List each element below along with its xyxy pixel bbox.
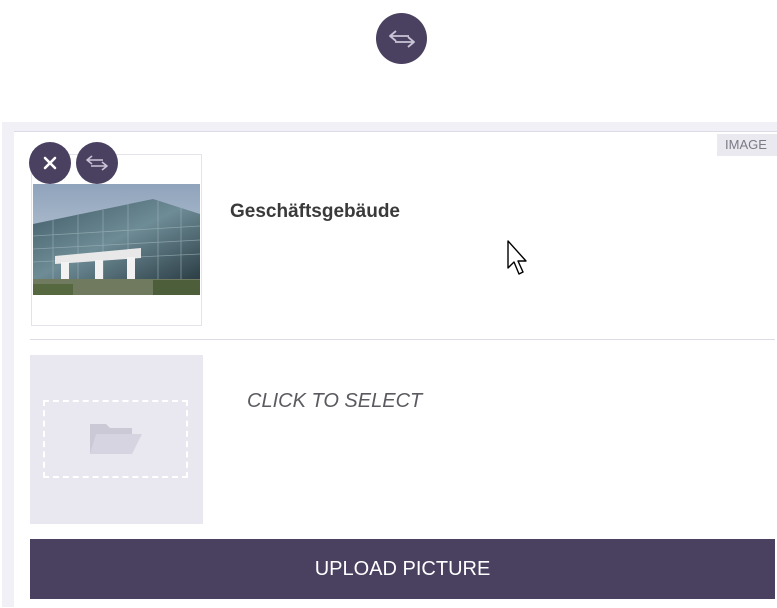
folder-open-icon [90, 424, 142, 454]
item-divider [30, 339, 775, 340]
mouse-cursor-icon [507, 240, 527, 275]
click-to-select-label[interactable]: CLICK TO SELECT [247, 390, 422, 413]
upload-picture-button[interactable]: UPLOAD PICTURE [30, 539, 775, 599]
image-type-tag: IMAGE [717, 134, 777, 156]
swap-image-button[interactable] [76, 142, 118, 184]
remove-image-button[interactable] [29, 142, 71, 184]
image-dropzone[interactable] [30, 355, 203, 524]
image-title: Geschäftsgebäude [230, 201, 400, 222]
swap-arrows-icon [388, 29, 415, 48]
close-icon [43, 156, 57, 170]
swap-button-top[interactable] [376, 13, 427, 64]
building-photo [33, 184, 200, 295]
swap-arrows-icon [86, 155, 108, 171]
